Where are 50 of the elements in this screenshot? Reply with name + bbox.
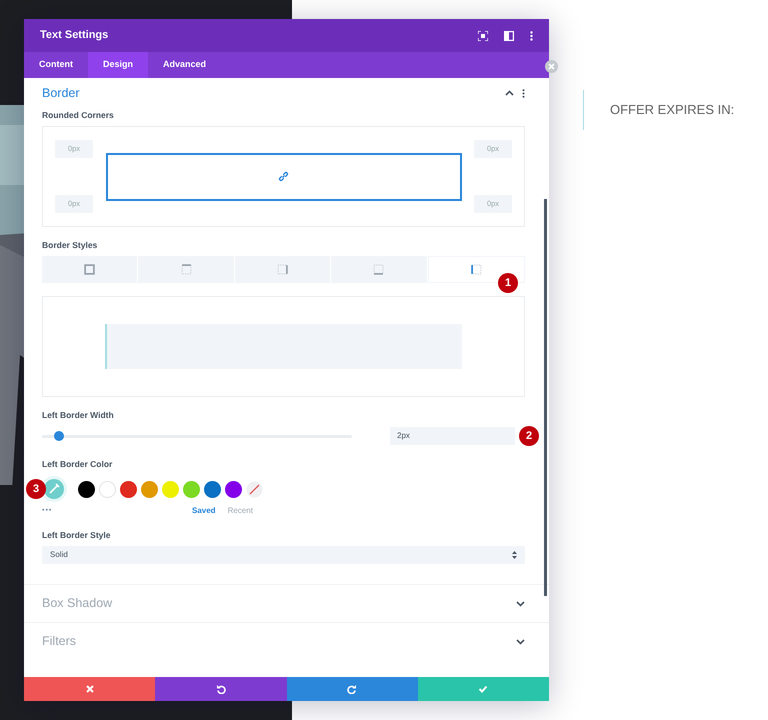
expand-icon[interactable]	[516, 600, 525, 606]
scrollbar[interactable]	[544, 199, 547, 596]
field-label: Left Border Color	[42, 459, 114, 470]
style-select[interactable]: Solid	[42, 546, 525, 564]
color-swatch[interactable]	[141, 480, 158, 498]
panel-title: Text Settings	[40, 28, 110, 44]
expand-icon[interactable]	[516, 638, 525, 644]
border-side-icon	[180, 264, 192, 275]
border-side-icon	[373, 264, 384, 275]
split-view-icon[interactable]	[504, 30, 514, 40]
slider-thumb[interactable]	[54, 430, 64, 440]
tab[interactable]: Content	[24, 52, 88, 78]
link-icon[interactable]	[278, 171, 289, 182]
redo-icon	[347, 684, 358, 694]
width-input[interactable]: 2px	[390, 427, 515, 445]
border-side-icon	[84, 264, 96, 275]
step-marker: 1	[498, 273, 518, 293]
palette-tab[interactable]: Recent	[222, 505, 259, 517]
color-swatch[interactable]	[120, 480, 137, 498]
color-swatch[interactable]	[204, 480, 221, 498]
color-swatch[interactable]	[99, 480, 116, 498]
fullscreen-icon[interactable]	[478, 30, 488, 40]
field-label: Left Border Style	[42, 530, 112, 541]
section-title[interactable]: Border	[42, 84, 505, 102]
palette-tab[interactable]: Saved	[186, 505, 222, 517]
color-swatch[interactable]	[162, 480, 179, 498]
field-label: Left Border Width	[42, 410, 115, 421]
step-marker: 3	[26, 479, 46, 499]
close-icon	[84, 684, 95, 694]
step-marker: 2	[519, 426, 539, 446]
color-swatch[interactable]	[183, 480, 200, 498]
more-options-icon[interactable]	[522, 88, 525, 98]
collapse-icon[interactable]	[505, 90, 514, 96]
sort-icon	[512, 551, 517, 559]
check-icon	[478, 684, 488, 694]
color-swatch[interactable]	[78, 480, 95, 498]
border-side-icon	[470, 264, 482, 275]
color-swatch[interactable]	[225, 480, 242, 498]
close-icon[interactable]	[545, 60, 558, 73]
offer-text: OFFER EXPIRES IN:	[583, 90, 768, 130]
field-label: Rounded Corners	[42, 110, 115, 121]
tab[interactable]: Design	[88, 52, 148, 78]
undo-icon	[216, 684, 226, 694]
border-side-icon	[277, 264, 288, 275]
more-options-icon[interactable]	[530, 30, 533, 40]
tab[interactable]: Advanced	[148, 52, 222, 78]
no-color-icon[interactable]	[246, 480, 263, 498]
section-title[interactable]: Box Shadow	[42, 594, 516, 613]
section-title[interactable]: Filters	[42, 632, 516, 651]
field-label: Border Styles	[42, 240, 98, 251]
